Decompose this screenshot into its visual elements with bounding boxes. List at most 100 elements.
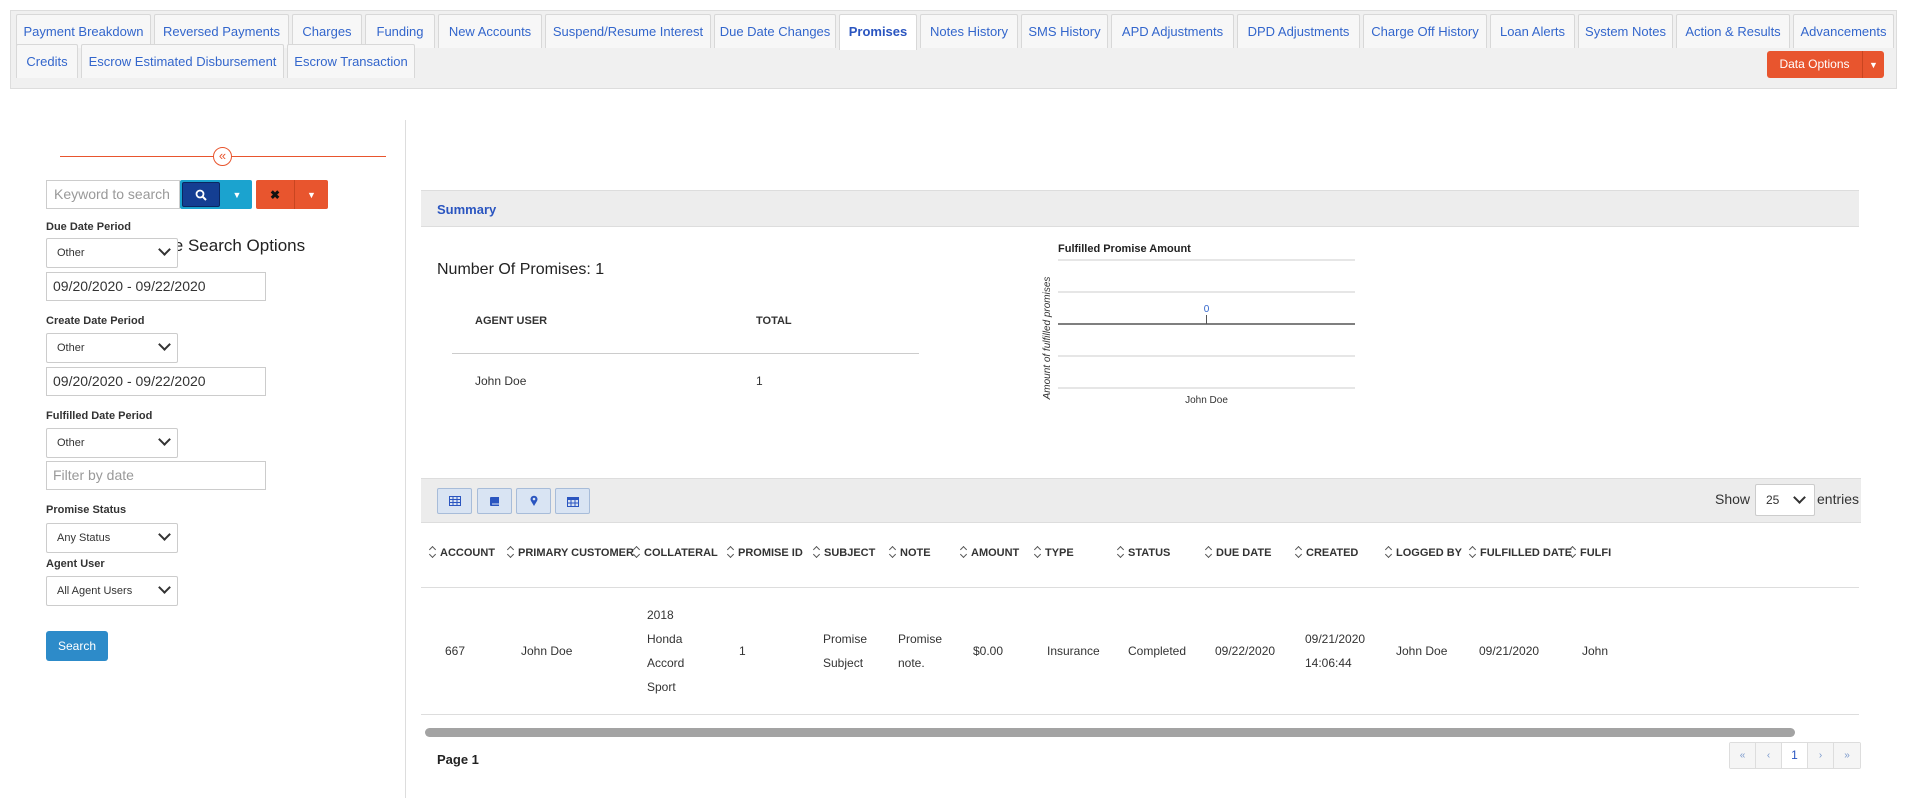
tab-bar: Data Options ▼ Payment Breakdown Reversed… bbox=[10, 10, 1897, 89]
calendar-view-button[interactable] bbox=[555, 488, 590, 514]
search-split-button[interactable]: ▼ bbox=[180, 180, 252, 209]
cell-line: 1 bbox=[739, 644, 746, 658]
cell-line: Promise bbox=[898, 632, 943, 646]
column-header-subject[interactable]: SUBJECT bbox=[813, 547, 875, 559]
tab-promises[interactable]: Promises bbox=[839, 14, 917, 50]
column-header-label: COLLATERAL bbox=[644, 547, 718, 559]
cell-line: John bbox=[1582, 644, 1609, 658]
tab-due-date-changes[interactable]: Due Date Changes bbox=[714, 14, 836, 48]
column-header-logged-by[interactable]: LOGGED BY bbox=[1385, 547, 1462, 559]
column-header-label: DUE DATE bbox=[1216, 547, 1272, 559]
agent-user-label: Agent User bbox=[46, 558, 105, 570]
tab-system-notes[interactable]: System Notes bbox=[1578, 14, 1673, 48]
sort-icon bbox=[1569, 547, 1577, 557]
agent-user-select[interactable]: All Agent Users bbox=[46, 576, 178, 606]
tab-funding[interactable]: Funding bbox=[365, 14, 435, 48]
next-page-button[interactable]: › bbox=[1808, 743, 1834, 768]
show-label: Show bbox=[1715, 491, 1751, 507]
column-header-note[interactable]: NOTE bbox=[889, 547, 931, 559]
book-view-button[interactable] bbox=[477, 488, 512, 514]
grid-view-button[interactable] bbox=[437, 488, 472, 514]
column-header-fulfi[interactable]: FULFI bbox=[1569, 547, 1611, 559]
column-header-created[interactable]: CREATED bbox=[1295, 547, 1358, 559]
fulfilled-date-filter-input[interactable]: Filter by date bbox=[46, 461, 266, 490]
column-header-label: NOTE bbox=[900, 547, 931, 559]
keyword-search-input[interactable]: Keyword to search bbox=[46, 180, 180, 209]
column-header-primary-customer[interactable]: PRIMARY CUSTOMER bbox=[507, 547, 634, 559]
column-header-label: ACCOUNT bbox=[440, 547, 495, 559]
cell-line: 09/21/2020 bbox=[1305, 632, 1366, 646]
close-icon[interactable]: ✖ bbox=[256, 180, 294, 209]
tab-dpd-adjustments[interactable]: DPD Adjustments bbox=[1237, 14, 1360, 48]
column-header-account[interactable]: ACCOUNT bbox=[429, 547, 495, 559]
cell-due-date: 09/22/2020 bbox=[1215, 639, 1275, 663]
horizontal-scrollbar[interactable] bbox=[425, 728, 1795, 737]
create-date-period-select[interactable]: Other bbox=[46, 333, 178, 363]
page-size-select[interactable]: 25 bbox=[1755, 484, 1815, 516]
due-date-period-value: Other bbox=[57, 247, 85, 259]
clear-split-button[interactable]: ✖ ▼ bbox=[256, 180, 328, 209]
column-header-label: PRIMARY CUSTOMER bbox=[518, 547, 634, 559]
cell-line: Subject bbox=[823, 656, 864, 670]
create-date-range-input[interactable]: 09/20/2020 - 09/22/2020 bbox=[46, 367, 266, 396]
cell-line: Sport bbox=[647, 680, 676, 694]
prev-page-button[interactable]: ‹ bbox=[1756, 743, 1782, 768]
tab-payment-breakdown[interactable]: Payment Breakdown bbox=[16, 14, 151, 48]
column-header-status[interactable]: STATUS bbox=[1117, 547, 1170, 559]
cell-line: Honda bbox=[647, 632, 683, 646]
tab-charge-off-history[interactable]: Charge Off History bbox=[1363, 14, 1487, 48]
last-page-button[interactable]: » bbox=[1834, 743, 1860, 768]
page-1-button[interactable]: 1 bbox=[1782, 743, 1808, 768]
promise-status-select[interactable]: Any Status bbox=[46, 523, 178, 553]
cell-account: 667 bbox=[445, 639, 465, 663]
column-header-label: AMOUNT bbox=[971, 547, 1020, 559]
tab-escrow-estimated-disbursement[interactable]: Escrow Estimated Disbursement bbox=[81, 44, 284, 78]
tab-credits[interactable]: Credits bbox=[16, 44, 78, 78]
sort-icon bbox=[1205, 547, 1213, 557]
summary-header[interactable]: Summary bbox=[421, 190, 1859, 227]
tab-charges[interactable]: Charges bbox=[292, 14, 362, 48]
data-options-button[interactable]: Data Options ▼ bbox=[1767, 51, 1884, 78]
column-header-promise-id[interactable]: PROMISE ID bbox=[727, 547, 803, 559]
search-button[interactable]: Search bbox=[46, 631, 108, 661]
column-header-due-date[interactable]: DUE DATE bbox=[1205, 547, 1271, 559]
column-header-label: FULFI bbox=[1580, 547, 1612, 559]
caret-down-icon[interactable]: ▼ bbox=[294, 180, 328, 209]
sort-icon bbox=[1034, 547, 1042, 557]
collapse-icon[interactable]: « bbox=[213, 147, 232, 166]
tab-new-accounts[interactable]: New Accounts bbox=[438, 14, 542, 48]
tab-escrow-transaction[interactable]: Escrow Transaction bbox=[287, 44, 415, 78]
fulfilled-date-period-select[interactable]: Other bbox=[46, 428, 178, 458]
tab-loan-alerts[interactable]: Loan Alerts bbox=[1490, 14, 1575, 48]
first-page-button[interactable]: « bbox=[1730, 743, 1756, 768]
cell-line: Promise bbox=[823, 632, 868, 646]
cell-line: 09/21/2020 bbox=[1479, 644, 1540, 658]
chart-marks: 0 John Doe bbox=[1185, 304, 1228, 406]
tab-sms-history[interactable]: SMS History bbox=[1021, 14, 1108, 48]
due-date-period-select[interactable]: Other bbox=[46, 238, 178, 268]
tab-advancements[interactable]: Advancements bbox=[1793, 14, 1894, 48]
search-icon[interactable] bbox=[182, 182, 220, 207]
caret-down-icon[interactable]: ▼ bbox=[222, 180, 252, 209]
tab-suspend-resume-interest[interactable]: Suspend/Resume Interest bbox=[545, 14, 711, 48]
cell-line: $0.00 bbox=[973, 644, 1004, 658]
column-header-label: TYPE bbox=[1045, 547, 1074, 559]
agent-user-value: All Agent Users bbox=[57, 585, 133, 597]
cell-amount: $0.00 bbox=[973, 639, 1003, 663]
tab-reversed-payments[interactable]: Reversed Payments bbox=[154, 14, 289, 48]
caret-down-icon[interactable]: ▼ bbox=[1862, 51, 1884, 78]
tab-notes-history[interactable]: Notes History bbox=[920, 14, 1018, 48]
column-header-amount[interactable]: AMOUNT bbox=[960, 547, 1019, 559]
column-header-type[interactable]: TYPE bbox=[1034, 547, 1074, 559]
fulfilled-date-label: Fulfilled Date Period bbox=[46, 410, 153, 422]
map-view-button[interactable] bbox=[516, 488, 551, 514]
agent-user-column-header: AGENT USER bbox=[475, 315, 548, 327]
promise-count: Number Of Promises: 1 bbox=[437, 261, 605, 278]
column-header-collateral[interactable]: COLLATERAL bbox=[633, 547, 718, 559]
column-header-label: FULFILLED DATE bbox=[1480, 547, 1573, 559]
tab-apd-adjustments[interactable]: APD Adjustments bbox=[1111, 14, 1234, 48]
tab-action-results[interactable]: Action & Results bbox=[1676, 14, 1790, 48]
table-toolbar: Show 25 entries bbox=[421, 478, 1861, 523]
due-date-range-input[interactable]: 09/20/2020 - 09/22/2020 bbox=[46, 272, 266, 301]
column-header-fulfilled-date[interactable]: FULFILLED DATE bbox=[1469, 547, 1572, 559]
